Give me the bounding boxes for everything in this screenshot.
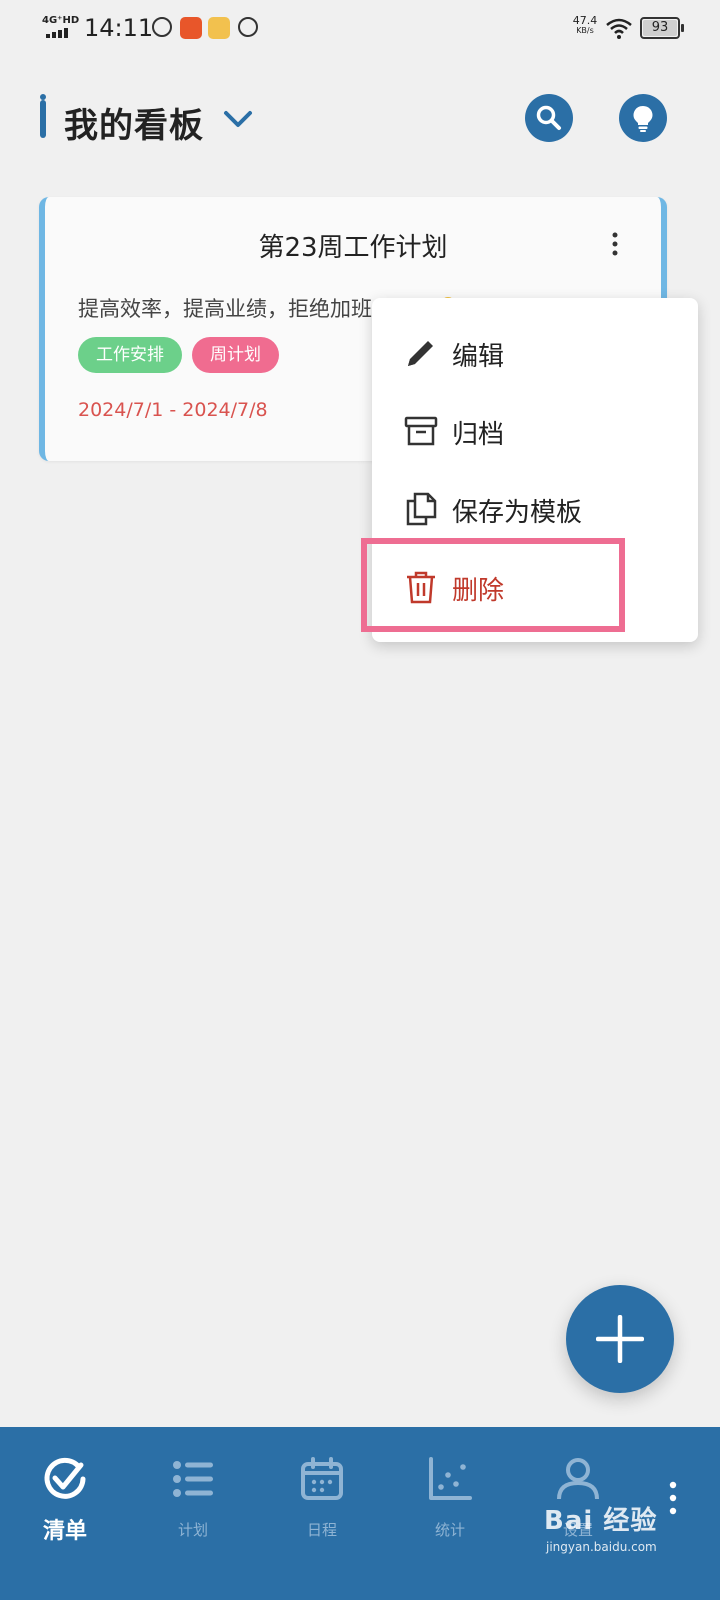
menu-item-edit[interactable]: 编辑 [372, 314, 698, 392]
archive-icon [404, 416, 438, 446]
network-speed: 47.4 KB/s [568, 14, 602, 36]
status-time: 14:11 [84, 14, 154, 42]
nav-item-statistics[interactable]: 统计 [400, 1427, 500, 1600]
menu-item-save-as-template[interactable]: 保存为模板 [372, 470, 698, 548]
add-board-button[interactable] [566, 1285, 674, 1393]
delete-highlight-box [361, 538, 625, 632]
pencil-icon [408, 341, 433, 366]
nav-item-label: 统计 [434, 1521, 465, 1539]
search-button[interactable] [525, 94, 573, 142]
status-bar: 4G⁺HD 14:11 47.4 KB/s 93 [0, 0, 720, 56]
wifi-icon [606, 18, 632, 39]
header-accent-bar [40, 94, 46, 138]
more-vertical-icon[interactable] [611, 231, 619, 257]
nav-item-plan[interactable]: 计划 [143, 1427, 243, 1600]
person-icon [557, 1458, 599, 1500]
speed-value: 47.4 [572, 14, 598, 27]
network-type: 4G⁺HD [42, 15, 80, 26]
card-date-range: 2024/7/1 - 2024/7/8 [78, 399, 268, 421]
tag-weekly-plan: 周计划 [192, 337, 279, 373]
nav-item-schedule[interactable]: 日程 [272, 1427, 372, 1600]
scatter-chart-icon [429, 1457, 472, 1500]
calendar-icon [301, 1457, 343, 1500]
page-title[interactable]: 我的看板 [64, 98, 204, 147]
nav-item-label: 清单 [42, 1519, 87, 1544]
watermark-url: jingyan.baidu.com [546, 1540, 657, 1554]
lightbulb-icon [633, 106, 653, 132]
app-notification-icon [238, 17, 258, 37]
app-notification-icon [180, 17, 202, 39]
search-icon [536, 105, 561, 130]
tag-work-arrangement: 工作安排 [78, 337, 182, 373]
plus-icon [596, 1315, 644, 1363]
nav-item-label: 日程 [306, 1521, 337, 1539]
copy-icon [406, 492, 437, 526]
menu-item-label: 归档 [452, 420, 505, 450]
card-title: 第23周工作计划 [258, 233, 448, 263]
signal-icon [46, 28, 74, 38]
speed-unit: KB/s [576, 26, 594, 35]
battery-level: 93 [651, 20, 669, 35]
tips-button[interactable] [619, 94, 667, 142]
menu-item-label: 保存为模板 [452, 498, 583, 528]
check-circle-icon [44, 1457, 86, 1499]
nav-item-label: 计划 [177, 1521, 208, 1539]
menu-item-archive[interactable]: 归档 [372, 392, 698, 470]
watermark-logo-text: Bai 经验 [544, 1506, 658, 1536]
nav-item-checklist[interactable]: 清单 [15, 1427, 115, 1600]
menu-item-label: 编辑 [452, 342, 505, 372]
battery-icon: 93 [640, 17, 684, 39]
baidu-watermark: Bai 经验 jingyan.baidu.com [540, 1500, 710, 1560]
app-notification-icon [208, 17, 230, 39]
chevron-down-icon[interactable] [222, 108, 254, 130]
app-notification-icon [152, 17, 172, 37]
list-icon [173, 1461, 213, 1497]
